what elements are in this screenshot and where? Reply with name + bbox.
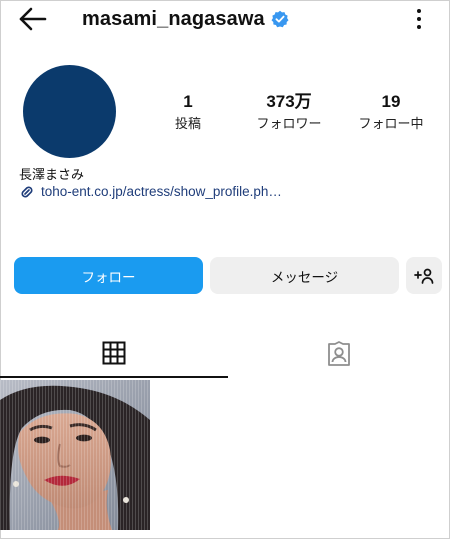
add-person-icon [414, 268, 434, 284]
following-stat[interactable]: 19 フォロー中 [346, 92, 436, 134]
message-button[interactable]: メッセージ [210, 257, 399, 294]
tab-posts-grid[interactable] [0, 330, 228, 378]
followers-label: フォロワー [256, 117, 322, 132]
post-thumbnail[interactable] [0, 380, 150, 530]
top-bar: masami_nagasawa [0, 0, 450, 38]
following-count: 19 [381, 92, 401, 111]
posts-count: 1 [183, 92, 193, 111]
follow-button[interactable]: フォロー [14, 257, 203, 294]
link-text: toho-ent.co.jp/actress/show_profile.ph… [41, 184, 282, 199]
following-label: フォロー中 [358, 117, 424, 132]
username-header: masami_nagasawa [82, 6, 289, 32]
grid-icon [102, 341, 126, 365]
more-options-button[interactable] [410, 7, 428, 31]
tab-tagged[interactable] [228, 330, 450, 378]
display-name: 長澤まさみ [19, 168, 85, 183]
tagged-person-icon [328, 341, 350, 366]
link-icon [21, 185, 33, 198]
posts-label: 投稿 [174, 117, 201, 132]
arrow-left-icon [19, 7, 47, 31]
username: masami_nagasawa [82, 7, 265, 30]
followers-stat[interactable]: 373万 フォロワー [244, 92, 334, 134]
more-vertical-icon [417, 9, 421, 29]
back-button[interactable] [18, 7, 48, 31]
followers-count: 373万 [266, 92, 312, 111]
avatar[interactable] [23, 65, 116, 158]
bio-link[interactable]: toho-ent.co.jp/actress/show_profile.ph… [18, 184, 282, 199]
verified-badge-icon [271, 10, 289, 28]
portrait-photo [0, 380, 150, 530]
profile-tabs [0, 330, 450, 378]
suggested-users-button[interactable] [406, 257, 442, 294]
posts-stat: 1 投稿 [143, 92, 233, 134]
